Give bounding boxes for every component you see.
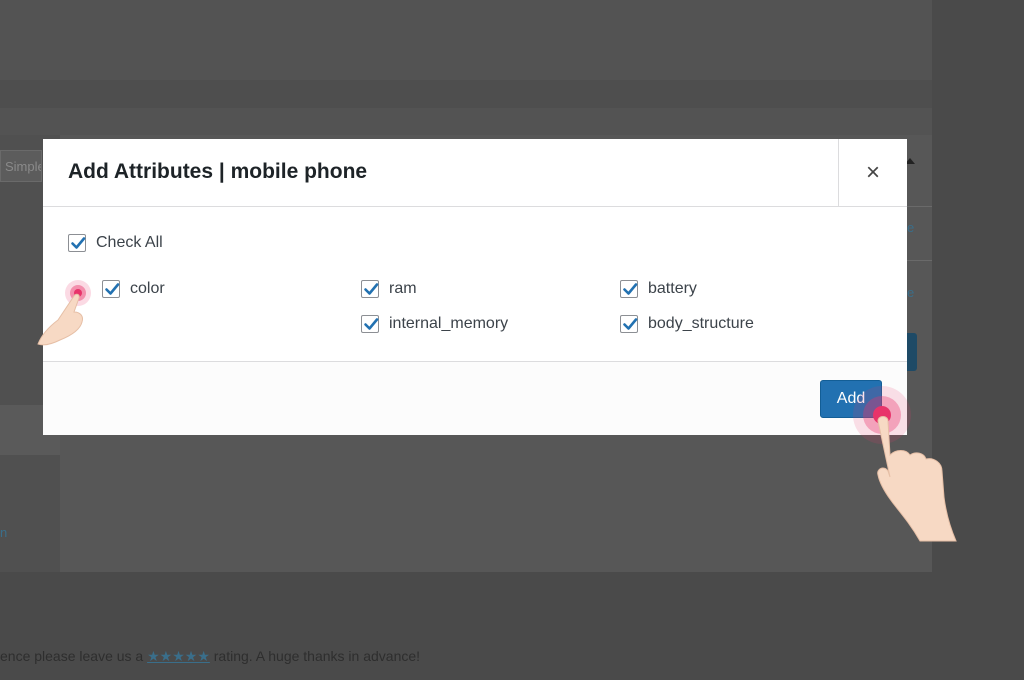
footer-text-after: rating. A huge thanks in advance! (209, 648, 421, 664)
pointing-hand-icon (853, 386, 957, 542)
attribute-item-internal-memory[interactable]: internal_memory (361, 315, 508, 333)
background-divider (906, 260, 932, 261)
attribute-label: color (130, 280, 165, 297)
check-all-row[interactable]: Check All (68, 234, 163, 252)
attribute-checkbox[interactable] (361, 315, 379, 333)
attribute-item-ram[interactable]: ram (361, 280, 417, 298)
close-button[interactable]: × (838, 139, 907, 206)
rating-stars-link: ★★★★★ (147, 648, 210, 664)
check-all-label: Check All (96, 234, 163, 251)
modal-title: Add Attributes | mobile phone (68, 160, 368, 183)
checkmark-icon (105, 283, 120, 295)
check-all-checkbox[interactable] (68, 234, 86, 252)
background-divider (906, 206, 932, 207)
checkmark-icon (623, 283, 638, 295)
background-select: Simple (0, 150, 42, 182)
background-footer-text: ence please leave us a ★★★★★ rating. A h… (0, 648, 420, 665)
background-link: e (907, 220, 915, 235)
attribute-checkbox[interactable] (361, 280, 379, 298)
close-icon: × (865, 158, 880, 186)
attribute-item-color[interactable]: color (102, 280, 165, 298)
attribute-label: body_structure (648, 315, 754, 332)
attribute-checkbox[interactable] (620, 315, 638, 333)
attribute-item-battery[interactable]: battery (620, 280, 697, 298)
checkmark-icon (364, 283, 379, 295)
modal-footer: Add (43, 361, 907, 435)
attribute-label: battery (648, 280, 697, 297)
modal-body: Check All color ram internal_memory batt (43, 207, 907, 361)
modal-header: Add Attributes | mobile phone × (43, 139, 907, 207)
add-attributes-modal: Add Attributes | mobile phone × Check Al… (43, 139, 907, 435)
checkmark-icon (623, 318, 638, 330)
pointing-hand-icon (37, 280, 91, 346)
background-link: e (907, 285, 915, 300)
attribute-item-body-structure[interactable]: body_structure (620, 315, 754, 333)
background-band (0, 80, 932, 108)
attribute-label: ram (389, 280, 417, 297)
attribute-checkbox[interactable] (102, 280, 120, 298)
checkmark-icon (71, 237, 86, 249)
attribute-label: internal_memory (389, 315, 509, 332)
attribute-checkbox[interactable] (620, 280, 638, 298)
footer-text-before: ence please leave us a (0, 648, 148, 664)
background-link: n (0, 525, 8, 540)
checkmark-icon (364, 318, 379, 330)
